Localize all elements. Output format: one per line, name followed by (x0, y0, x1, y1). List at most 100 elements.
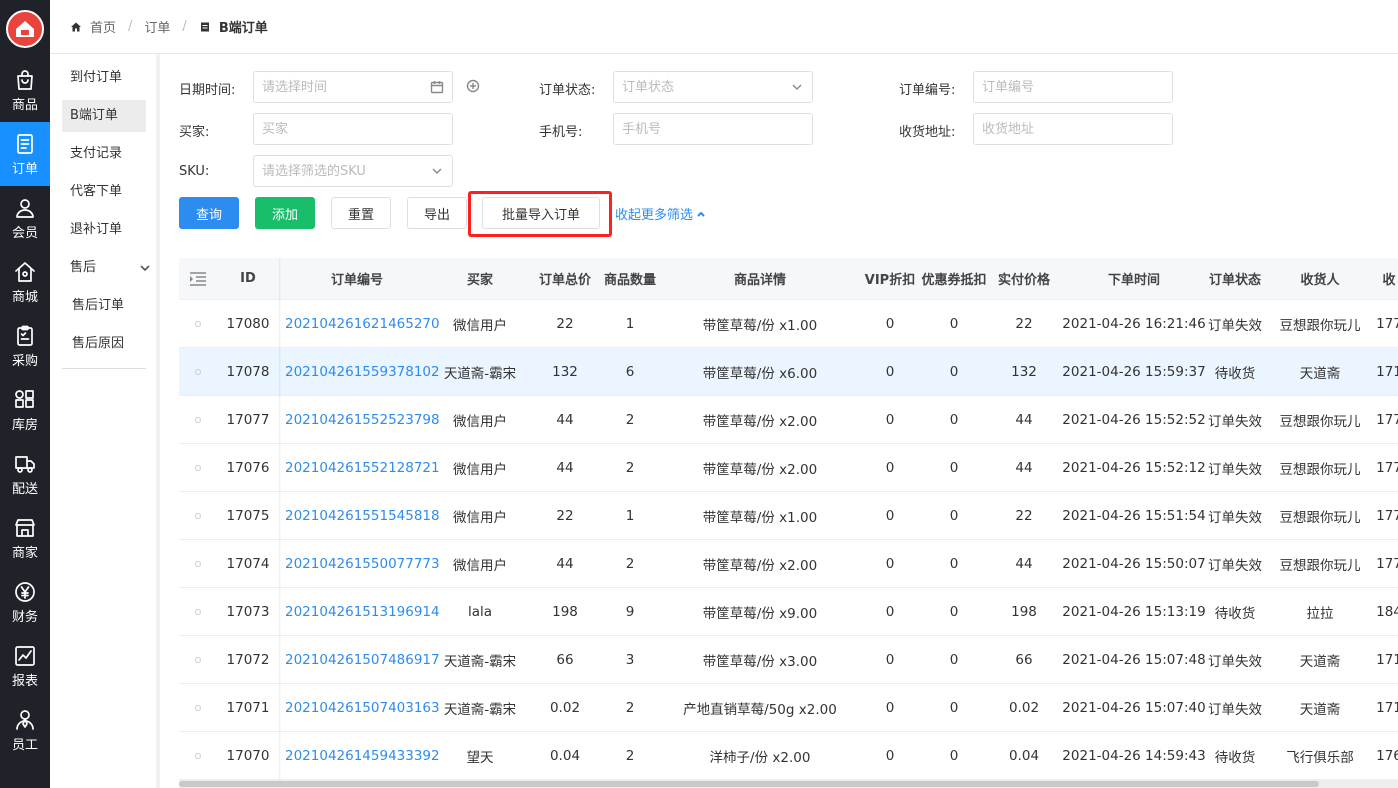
column-header[interactable]: 收货人 (1271, 258, 1369, 299)
rail-item-user[interactable]: 会员 (0, 186, 50, 250)
column-header[interactable]: ID (217, 258, 279, 299)
add-circle-icon[interactable] (466, 79, 480, 93)
order-number-link[interactable]: 202104261507403163 (279, 684, 440, 731)
row-select-radio[interactable] (179, 588, 217, 635)
rail-item-staff[interactable]: 员工 (0, 698, 50, 762)
chevron-up-icon (697, 211, 705, 217)
column-header[interactable]: 收 (1369, 258, 1398, 299)
table-row[interactable]: 17078 202104261559378102 天道斋-霸宋 132 6 带筐草莓/份 … (179, 348, 1398, 396)
table-row[interactable]: 17070 202104261459433392 望天 0.04 2 洋柿子/份 x2.0… (179, 732, 1398, 780)
order-status-select[interactable] (613, 71, 813, 103)
table-cell: 0 (885, 699, 895, 716)
rail-item-yen[interactable]: 财务 (0, 570, 50, 634)
address-input[interactable] (973, 113, 1173, 145)
table-cell: 待收货 (1214, 605, 1256, 622)
table-cell: 订单失效 (1208, 653, 1262, 670)
reset-button[interactable]: 重置 (331, 197, 391, 229)
table-cell: 豆想跟你玩儿 (1279, 317, 1361, 334)
column-header[interactable]: 下单时间 (1059, 258, 1209, 299)
rail-item-label: 财务 (11, 609, 38, 625)
rail-item-home[interactable]: 商城 (0, 250, 50, 314)
submenu-item-refund-orders[interactable]: 退补订单 (62, 214, 146, 246)
table-cell: 天道斋 (1299, 653, 1341, 670)
order-number-link[interactable]: 202104261621465270 (279, 300, 440, 347)
order-number-link[interactable]: 202104261513196914 (279, 588, 440, 635)
table-cell: 天道斋-霸宋 (443, 701, 517, 718)
order-number-link[interactable]: 202104261459433392 (279, 732, 440, 779)
table-cell: 17075 (226, 507, 270, 524)
table-cell: 待收货 (1214, 749, 1256, 766)
submenu-item-proxy-order[interactable]: 代客下单 (62, 176, 146, 208)
buyer-input[interactable] (253, 113, 453, 145)
submenu-item-aftersale-orders[interactable]: 售后订单 (62, 290, 146, 322)
column-header[interactable]: 商品详情 (665, 258, 855, 299)
table-row[interactable]: 17080 202104261621465270 微信用户 22 1 带筐草莓/份 x1.… (179, 300, 1398, 348)
sku-select[interactable] (253, 155, 453, 187)
column-header[interactable]: VIP折扣 (855, 258, 925, 299)
row-select-radio[interactable] (179, 492, 217, 539)
table-row[interactable]: 17077 202104261552523798 微信用户 44 2 带筐草莓/份 x2.… (179, 396, 1398, 444)
order-number-link[interactable]: 202104261559378102 (279, 348, 440, 395)
column-header[interactable]: 实付价格 (989, 258, 1059, 299)
table-row[interactable]: 17072 202104261507486917 天道斋-霸宋 66 3 带筐草莓/份 x… (179, 636, 1398, 684)
table-row[interactable]: 17071 202104261507403163 天道斋-霸宋 0.02 2 产地直销草莓… (179, 684, 1398, 732)
table-row[interactable]: 17075 202104261551545818 微信用户 22 1 带筐草莓/份 x1.… (179, 492, 1398, 540)
row-select-radio[interactable] (179, 348, 217, 395)
row-select-radio[interactable] (179, 540, 217, 587)
row-select-radio[interactable] (179, 732, 217, 779)
radio-dot-icon (195, 752, 201, 759)
table-row[interactable]: 17073 202104261513196914 lala 198 9 带筐草莓/份 x9… (179, 588, 1398, 636)
column-header[interactable]: 商品数量 (595, 258, 665, 299)
table-horizontal-scrollbar[interactable] (179, 780, 1398, 788)
table-cell: 17070 (226, 747, 270, 764)
table-cell: 2 (625, 459, 635, 476)
add-button[interactable]: 添加 (255, 197, 315, 229)
rail-item-chart[interactable]: 报表 (0, 634, 50, 698)
submenu-group-aftersale[interactable]: 售后 (62, 252, 150, 284)
column-header[interactable]: 买家 (435, 258, 525, 299)
rail-item-order-doc[interactable]: 订单 (0, 122, 50, 186)
order-number-link[interactable]: 202104261551545818 (279, 492, 440, 539)
row-select-radio[interactable] (179, 300, 217, 347)
row-select-radio[interactable] (179, 684, 217, 731)
breadcrumb-home[interactable]: 首页 (90, 17, 116, 36)
submenu-item-aftersale-reasons[interactable]: 售后原因 (62, 328, 146, 360)
column-header[interactable]: 订单编号 (279, 258, 435, 299)
submenu-item-b2b-orders[interactable]: B端订单 (62, 100, 146, 132)
query-button[interactable]: 查询 (179, 197, 239, 229)
order-no-input[interactable] (973, 71, 1173, 103)
column-header[interactable]: 优惠券抵扣 (919, 258, 989, 299)
row-select-radio[interactable] (179, 444, 217, 491)
order-number-link[interactable]: 202104261552523798 (279, 396, 440, 443)
scrollbar-thumb[interactable] (179, 781, 1319, 787)
table-cell: lala (467, 603, 493, 620)
staff-icon (16, 709, 34, 730)
rail-item-clipboard[interactable]: 采购 (0, 314, 50, 378)
app-logo[interactable] (6, 10, 44, 48)
rail-item-shopping-bag[interactable]: 商品 (0, 58, 50, 122)
column-header[interactable]: 订单状态 (1204, 258, 1266, 299)
table-cell: 豆想跟你玩儿 (1279, 461, 1361, 478)
rail-item-warehouse-grid[interactable]: 库房 (0, 378, 50, 442)
export-button[interactable]: 导出 (407, 197, 467, 229)
order-number-link[interactable]: 202104261550077773 (279, 540, 440, 587)
table-row[interactable]: 17074 202104261550077773 微信用户 44 2 带筐草莓/份 x2.… (179, 540, 1398, 588)
column-header[interactable]: 订单总价 (525, 258, 605, 299)
yen-icon (15, 581, 35, 602)
table-row[interactable]: 17076 202104261552128721 微信用户 44 2 带筐草莓/份 x2.… (179, 444, 1398, 492)
submenu-item-payment-records[interactable]: 支付记录 (62, 138, 146, 170)
order-number-link[interactable]: 202104261507486917 (279, 636, 440, 683)
submenu-item-cod-orders[interactable]: 到付订单 (62, 62, 146, 94)
row-select-radio[interactable] (179, 396, 217, 443)
breadcrumb-parent[interactable]: 订单 (144, 17, 170, 36)
rail-item-truck[interactable]: 配送 (0, 442, 50, 506)
row-select-radio[interactable] (179, 636, 217, 683)
date-picker-input[interactable] (253, 71, 453, 103)
batch-import-button[interactable]: 批量导入订单 (482, 197, 600, 229)
phone-input[interactable] (613, 113, 813, 145)
rail-item-store[interactable]: 商家 (0, 506, 50, 570)
home-icon (71, 22, 81, 31)
column-settings-icon[interactable] (179, 258, 217, 299)
order-number-link[interactable]: 202104261552128721 (279, 444, 440, 491)
collapse-filters-link[interactable]: 收起更多筛选 (615, 204, 706, 223)
